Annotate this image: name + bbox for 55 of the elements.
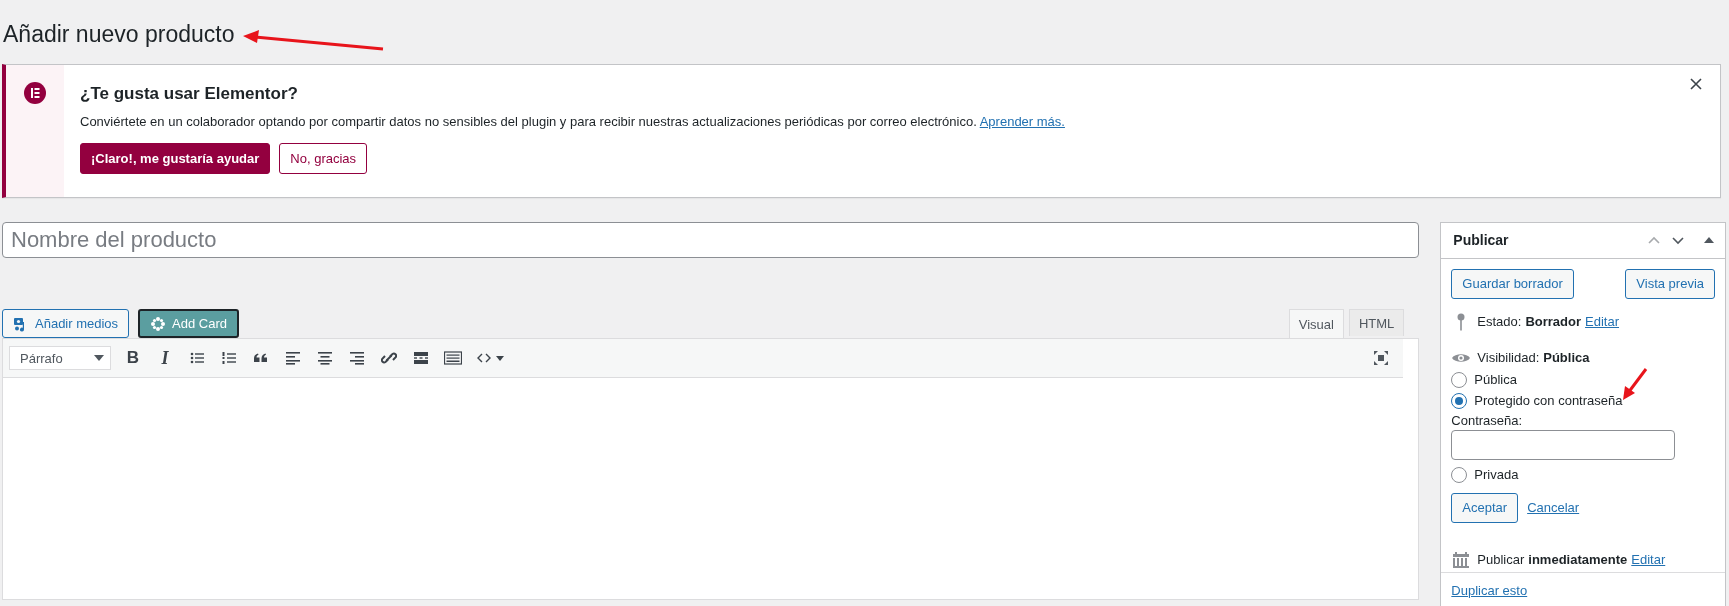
pin-icon xyxy=(1457,312,1466,331)
save-draft-button[interactable]: Guardar borrador xyxy=(1451,268,1574,299)
radio-button[interactable] xyxy=(1451,466,1468,483)
editor-tab[interactable]: HTML xyxy=(1348,309,1405,336)
numbered-list-icon[interactable] xyxy=(221,350,237,366)
password-field[interactable] xyxy=(1451,429,1676,460)
edit-link[interactable]: Editar xyxy=(1631,552,1666,568)
radio-button[interactable] xyxy=(1451,371,1468,388)
bold-button[interactable]: B xyxy=(117,343,149,373)
learn-more-link[interactable]: Aprender más. xyxy=(979,114,1065,129)
read-more-icon[interactable] xyxy=(413,350,429,366)
link-icon[interactable] xyxy=(381,350,397,366)
close-icon[interactable] xyxy=(1689,77,1703,91)
field-label: Visibilidad: xyxy=(1477,350,1540,366)
duplicate-link[interactable]: Duplicar esto xyxy=(1451,583,1528,598)
radio-label: Protegido con contraseña xyxy=(1474,393,1623,409)
radio-button[interactable] xyxy=(1451,392,1468,409)
field-value: Borrador xyxy=(1525,314,1582,330)
calendar-icon xyxy=(1451,550,1472,569)
product-name-field[interactable]: Nombre del producto xyxy=(2,222,1420,258)
editor-area[interactable]: Párrafo B I xyxy=(2,338,1420,600)
flower-icon xyxy=(150,315,167,332)
align-center-icon[interactable] xyxy=(317,350,333,366)
notice-title: ¿Te gusta usar Elementor? xyxy=(80,83,298,105)
caret-icon xyxy=(94,355,104,361)
notice-text: Conviértete en un colaborador optando por compartir datos no sensibles del plugin y para recibir nuestras actualizaciones periódicas por correo electrónico. Aprender más. xyxy=(80,113,1065,131)
add-media-button[interactable]: Añadir medios xyxy=(2,309,130,338)
cancel-link[interactable]: Cancelar xyxy=(1527,500,1580,516)
fullscreen-icon[interactable] xyxy=(1373,350,1390,366)
page-title: Añadir nuevo producto xyxy=(3,20,235,49)
field-label: Publicar xyxy=(1477,552,1525,568)
edit-link[interactable]: Editar xyxy=(1585,314,1619,330)
radio-label: Privada xyxy=(1474,467,1519,483)
radio-label: Pública xyxy=(1474,372,1517,388)
keyboard-icon[interactable] xyxy=(444,350,462,366)
bulleted-list-icon[interactable] xyxy=(189,350,205,366)
arrow-annotation xyxy=(1622,367,1648,401)
align-left-icon[interactable] xyxy=(285,350,301,366)
elementor-logo-icon xyxy=(24,82,46,104)
decline-button[interactable]: No, gracias xyxy=(279,143,368,174)
field-value: Pública xyxy=(1543,350,1590,366)
align-right-icon[interactable] xyxy=(349,350,365,366)
editor-tab[interactable]: Visual xyxy=(1288,309,1344,338)
field-label: Estado: xyxy=(1477,314,1522,330)
accept-button[interactable]: ¡Claro!, me gustaría ayudar xyxy=(80,143,271,174)
password-label: Contraseña: xyxy=(1451,412,1524,428)
italic-button[interactable]: I xyxy=(149,343,181,373)
field-value: inmediatamente xyxy=(1528,552,1628,568)
panel-title: Publicar xyxy=(1453,232,1509,249)
add-card-button[interactable]: Add Card xyxy=(138,309,240,338)
accept-button[interactable]: Aceptar xyxy=(1451,492,1519,523)
move-down-icon[interactable] xyxy=(1671,234,1685,247)
format-dropdown[interactable]: Párrafo xyxy=(9,346,111,370)
code-dropdown-icon xyxy=(477,352,505,364)
preview-button[interactable]: Vista previa xyxy=(1625,268,1715,299)
